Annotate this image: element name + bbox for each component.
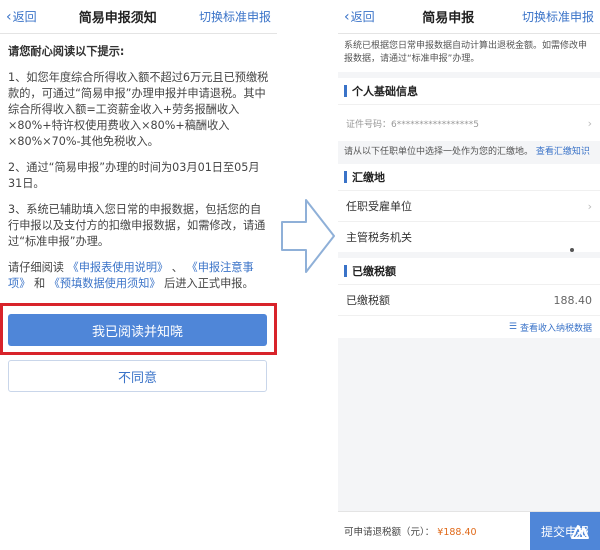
disagree-button[interactable]: 不同意: [8, 360, 267, 392]
paid-tax-value: 188.40: [553, 293, 593, 307]
section-bar-icon: [344, 171, 347, 183]
link-form-instructions[interactable]: 《申报表使用说明》: [68, 261, 169, 274]
notice-p4-post: 后进入正式申报。: [164, 277, 254, 290]
notice-paragraph-4: 请仔细阅读 《申报表使用说明》 、 《申报注意事项》 和 《预填数据使用须知》 …: [8, 260, 269, 292]
section-bar-icon: [344, 265, 347, 277]
nav-bar: ‹ 返回 简易申报须知 切换标准申报: [0, 0, 277, 34]
notice-paragraph-1: 1、如您年度综合所得收入额不超过6万元且已预缴税款的，可通过“简易申报”办理申报…: [8, 71, 269, 148]
tax-office-row[interactable]: 主管税务机关: [338, 221, 600, 252]
section-basic-info: 个人基础信息: [338, 78, 600, 104]
chevron-right-icon: ›: [587, 116, 592, 130]
paid-tax-row: 已缴税额 188.40: [338, 284, 600, 315]
refund-summary: 可申请退税额（元）： ¥188.40: [338, 524, 530, 538]
back-button[interactable]: ‹ 返回: [344, 8, 375, 25]
refund-amount: ¥188.40: [437, 527, 477, 538]
section-bar-icon: [344, 85, 347, 97]
chevron-left-icon: ‹: [6, 8, 12, 25]
notice-p4-sep1: 、: [171, 261, 183, 274]
chevron-left-icon: ‹: [344, 8, 350, 25]
id-value: 6*****************5: [391, 119, 479, 130]
nav-bar: ‹ 返回 简易申报 切换标准申报: [338, 0, 600, 34]
notice-paragraph-3: 3、系统已辅助填入您日常的申报数据，包括您的自行申报以及支付方的扣缴申报数据，如…: [8, 203, 266, 248]
arrow-right-icon: [281, 199, 335, 273]
back-button[interactable]: ‹ 返回: [6, 8, 37, 25]
link-prefill-notice[interactable]: 《预填数据使用须知》: [49, 277, 161, 290]
employer-label: 任职受雇单位: [346, 200, 412, 213]
scroll-indicator-dot: [570, 248, 574, 252]
location-tip: 请从以下任职单位中选择一处作为您的汇缴地。 查看汇缴知识: [338, 141, 600, 164]
id-number-field: 证件号码：6*****************5: [346, 117, 479, 130]
info-banner: 系统已根据您日常申报数据自动计算出退税金额。如需修改申报数据，请通过“标准申报”…: [338, 34, 600, 72]
right-screen-simple-filing: ‹ 返回 简易申报 切换标准申报 系统已根据您日常申报数据自动计算出退税金额。如…: [338, 0, 600, 550]
notice-p4-pre: 请仔细阅读: [8, 261, 64, 274]
view-income-tax-data-link[interactable]: ☰ 查看收入纳税数据: [338, 315, 600, 338]
employer-row[interactable]: 任职受雇单位 ›: [338, 190, 600, 221]
notice-paragraph-2: 2、通过“简易申报”办理的时间为03月01日至05月31日。: [8, 161, 260, 190]
paid-tax-label: 已缴税额: [346, 294, 390, 307]
section-title-label: 已缴税额: [352, 265, 396, 278]
notice-p4-sep2: 和: [33, 277, 46, 290]
notice-heading: 请您耐心阅读以下提示:: [8, 45, 125, 58]
chevron-right-icon: ›: [587, 199, 592, 213]
page-title: 简易申报须知: [78, 11, 157, 26]
view-income-tax-data-label: 查看收入纳税数据: [519, 323, 592, 334]
page-title: 简易申报: [422, 11, 475, 26]
section-title-label: 汇缴地: [352, 171, 385, 184]
link-view-settlement-knowledge[interactable]: 查看汇缴知识: [536, 147, 590, 157]
section-title-label: 个人基础信息: [352, 85, 418, 98]
switch-standard-button[interactable]: 切换标准申报: [199, 8, 271, 25]
id-number-row[interactable]: 证件号码：6*****************5 ›: [338, 104, 600, 141]
id-label: 证件号码：: [346, 119, 392, 130]
left-screen-notice: ‹ 返回 简易申报须知 切换标准申报 请您耐心阅读以下提示: 1、如您年度综合所…: [0, 0, 277, 550]
tax-office-label: 主管税务机关: [346, 231, 412, 244]
section-paid-tax: 已缴税额: [338, 258, 600, 284]
section-settlement-location: 汇缴地: [338, 164, 600, 190]
watermark-logo-icon: [571, 525, 589, 539]
refund-label: 可申请退税额（元）：: [344, 527, 435, 538]
bottom-action-bar: 可申请退税额（元）： ¥188.40 提交申报: [338, 511, 600, 550]
back-label: 返回: [12, 10, 37, 24]
document-icon: ☰: [508, 322, 517, 332]
notice-content: 请您耐心阅读以下提示: 1、如您年度综合所得收入额不超过6万元且已预缴税款的，可…: [0, 34, 277, 292]
tip-text: 请从以下任职单位中选择一处作为您的汇缴地。: [344, 147, 534, 157]
agree-button[interactable]: 我已阅读并知晓: [8, 314, 267, 346]
switch-standard-button[interactable]: 切换标准申报: [522, 8, 594, 25]
back-label: 返回: [350, 10, 375, 24]
